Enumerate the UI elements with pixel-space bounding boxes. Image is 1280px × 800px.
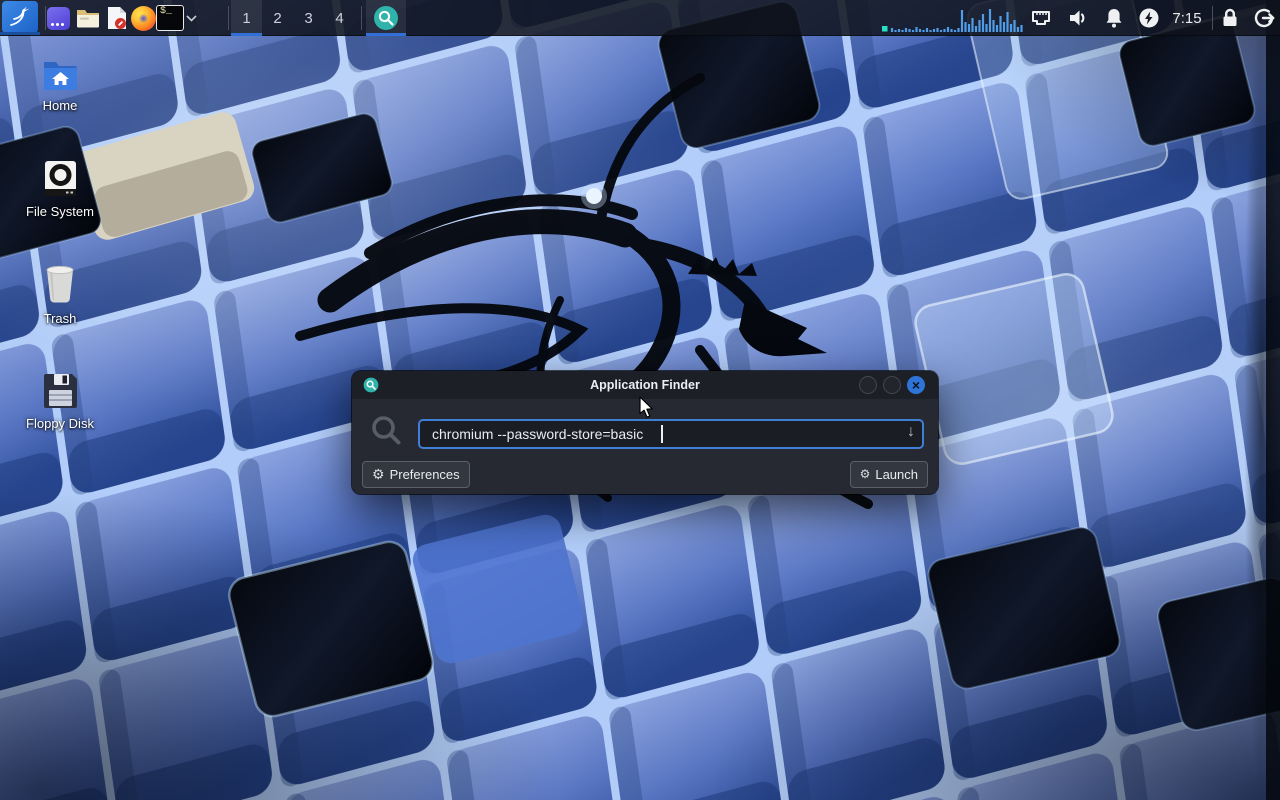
preferences-button[interactable]: ⚙ Preferences — [362, 461, 470, 488]
launcher-file-manager[interactable] — [74, 4, 102, 32]
notification-bell-icon[interactable] — [1102, 6, 1126, 30]
desktop-icon-label: Floppy Disk — [18, 416, 102, 431]
text-editor-icon — [106, 6, 128, 30]
window-title: Application Finder — [352, 378, 938, 392]
terminal-icon: $_ — [156, 5, 184, 31]
wired-network-icon[interactable] — [1029, 6, 1053, 30]
launch-button[interactable]: ⚙ Launch — [850, 461, 928, 488]
hard-disk-icon — [18, 160, 102, 198]
workspace-button-2[interactable]: 2 — [262, 0, 293, 36]
desktop: Home File System Trash — [0, 0, 1280, 800]
desktop-icon-file-system[interactable]: File System — [18, 160, 102, 219]
launcher-app-window[interactable] — [44, 4, 72, 32]
kali-dragon-icon — [7, 5, 33, 29]
audio-visualizer — [882, 2, 1026, 34]
panel-separator — [228, 6, 229, 30]
app-window-icon — [47, 7, 70, 30]
lock-icon — [1219, 6, 1241, 30]
workspace-button-4[interactable]: 4 — [324, 0, 355, 36]
mouse-cursor — [639, 396, 657, 420]
search-field-wrap: ↓ — [418, 419, 924, 449]
history-down-arrow-icon[interactable]: ↓ — [907, 423, 915, 441]
panel-separator — [361, 6, 362, 30]
search-icon — [370, 414, 404, 448]
desktop-icon-trash[interactable]: Trash — [18, 264, 102, 326]
desktop-icon-label: Home — [18, 98, 102, 113]
launcher-text-editor[interactable] — [103, 4, 131, 32]
maximize-button[interactable] — [883, 376, 901, 394]
workspace-button-1[interactable]: 1 — [231, 0, 262, 36]
search-input[interactable] — [418, 419, 924, 449]
firefox-icon — [131, 6, 156, 31]
lock-screen-button[interactable] — [1218, 6, 1242, 30]
kali-menu-button[interactable] — [2, 1, 38, 33]
desktop-icon-home[interactable]: Home — [18, 58, 102, 113]
panel-separator — [1212, 6, 1213, 30]
launcher-terminal[interactable]: $_ — [155, 4, 185, 32]
launch-gear-icon: ⚙ — [860, 468, 871, 480]
gear-icon: ⚙ — [372, 467, 385, 481]
desktop-icon-floppy-disk[interactable]: Floppy Disk — [18, 372, 102, 431]
application-finder-window: Application Finder × ↓ ⚙ Preferences ⚙ L… — [352, 371, 938, 494]
trash-bin-icon — [18, 264, 102, 305]
desktop-icon-label: File System — [18, 204, 102, 219]
desktop-icon-label: Trash — [18, 311, 102, 326]
floppy-disk-icon — [18, 372, 102, 410]
file-manager-icon — [76, 8, 100, 28]
workspace-button-3[interactable]: 3 — [293, 0, 324, 36]
minimize-button[interactable] — [859, 376, 877, 394]
launcher-firefox[interactable] — [129, 4, 157, 32]
text-caret — [661, 425, 663, 443]
close-button[interactable]: × — [907, 376, 925, 394]
panel-clock[interactable]: 7:15 — [1164, 0, 1210, 36]
taskbar-application-finder[interactable] — [366, 0, 406, 36]
application-finder-icon — [373, 5, 399, 31]
titlebar[interactable]: Application Finder × — [352, 371, 938, 399]
top-panel: $_ 1 2 3 4 — [0, 0, 1280, 36]
power-manager-icon[interactable] — [1137, 6, 1161, 30]
chevron-down-icon — [186, 15, 197, 22]
logout-icon — [1252, 6, 1276, 30]
terminal-dropdown-button[interactable] — [184, 4, 198, 32]
logout-button[interactable] — [1252, 6, 1276, 30]
close-icon: × — [912, 378, 920, 392]
home-folder-icon — [18, 58, 102, 92]
kali-menu-active-indicator — [0, 32, 40, 35]
volume-icon[interactable] — [1066, 6, 1090, 30]
